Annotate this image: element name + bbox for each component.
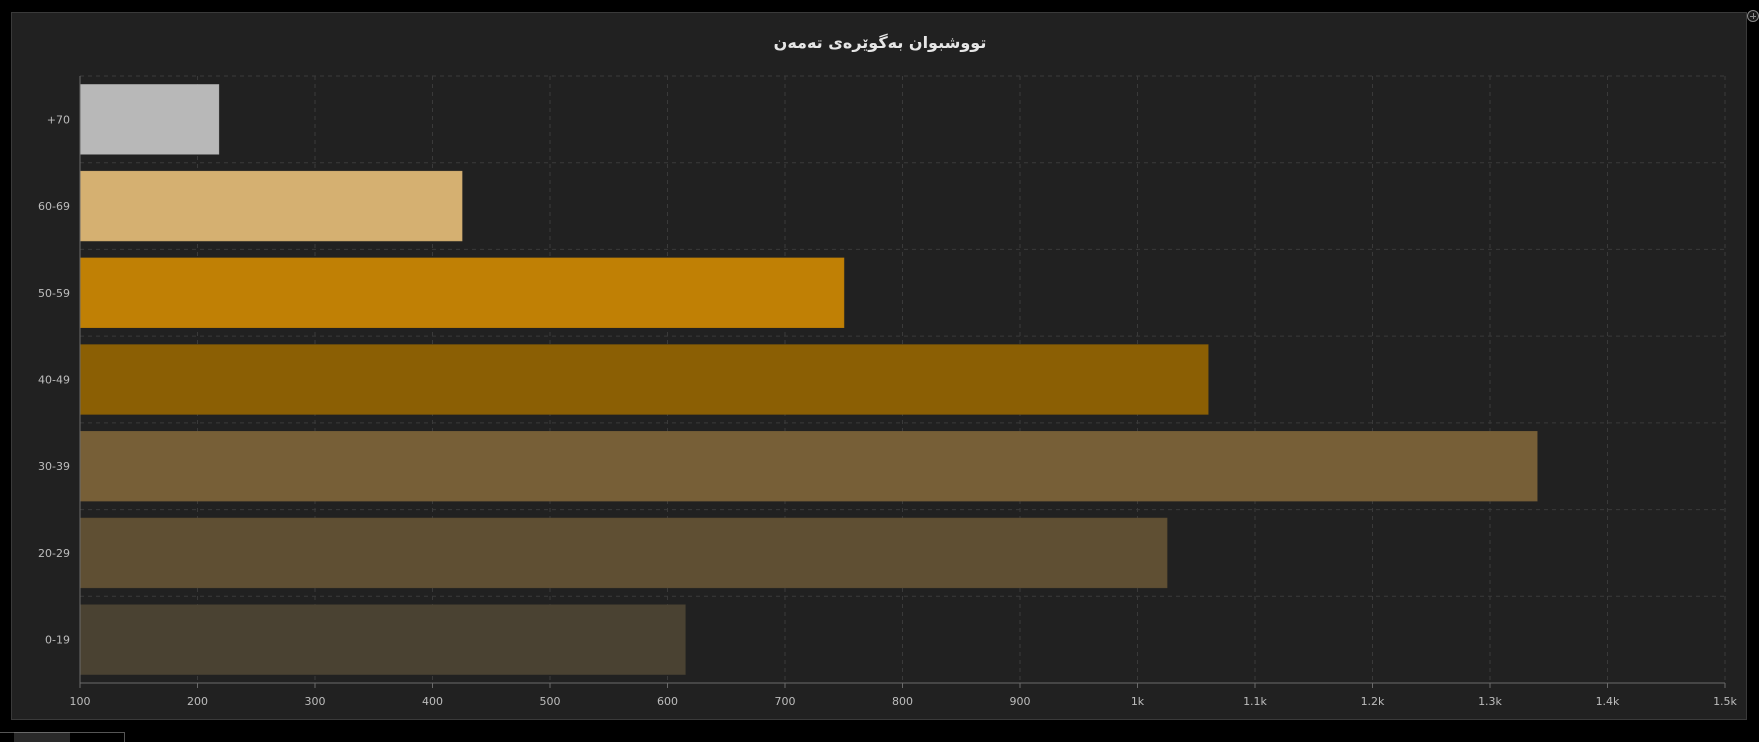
bottom-tab[interactable] <box>14 732 70 742</box>
y-tick-label: 60-69 <box>38 200 70 213</box>
x-tick-label: 700 <box>775 695 796 708</box>
bar-40-49 <box>79 344 1209 415</box>
x-tick-label: 800 <box>892 695 913 708</box>
chart-panel: تووشبوان بەگوێرەی تەمەن 0-19 20-29 30-39 40… <box>11 12 1747 720</box>
x-tick-label: 1.2k <box>1361 695 1385 708</box>
expand-icon[interactable] <box>1747 10 1759 22</box>
y-tick-label: 30-39 <box>38 460 70 473</box>
y-tick-label: 20-29 <box>38 547 70 560</box>
x-tick-label: 200 <box>187 695 208 708</box>
y-tick-label: +70 <box>47 113 70 126</box>
bar-+70 <box>79 84 220 155</box>
x-tick-label: 1.1k <box>1243 695 1267 708</box>
bar-50-59 <box>79 257 845 328</box>
x-tick-label: 400 <box>422 695 443 708</box>
x-tick-label: 1.3k <box>1478 695 1502 708</box>
y-tick-label: 0-19 <box>45 634 70 647</box>
bar-chart: 0-19 20-29 30-39 40-49 50-59 60-69 +70 100 200 30… <box>38 75 1738 708</box>
x-tick-label: 1k <box>1131 695 1145 708</box>
x-tick-label: 500 <box>540 695 561 708</box>
bar-20-29 <box>79 517 1168 589</box>
x-tick-label: 1.5k <box>1713 695 1737 708</box>
x-tick-label: 900 <box>1010 695 1031 708</box>
x-tick-label: 1.4k <box>1596 695 1620 708</box>
y-tick-label: 50-59 <box>38 287 70 300</box>
bar-60-69 <box>79 170 463 242</box>
y-tick-label: 40-49 <box>38 374 70 387</box>
bar-30-39 <box>79 431 1538 502</box>
x-tick-label: 600 <box>657 695 678 708</box>
x-tick-label: 100 <box>70 695 91 708</box>
bar-0-19 <box>79 604 686 675</box>
x-tick-label: 300 <box>305 695 326 708</box>
